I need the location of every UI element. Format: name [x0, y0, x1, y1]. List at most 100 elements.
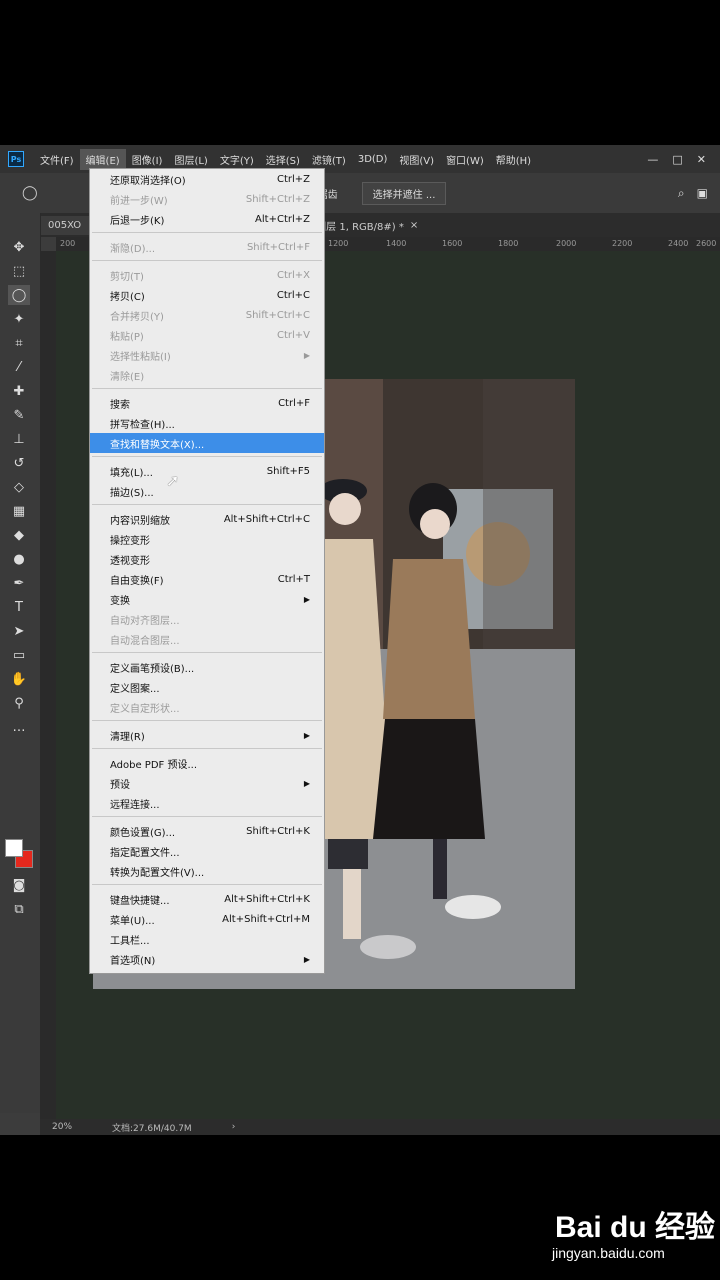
menu-select[interactable]: 选择(S) — [260, 149, 306, 170]
brush-tool-icon[interactable]: ✎ — [8, 405, 30, 425]
menu-filter[interactable]: 滤镜(T) — [306, 149, 352, 170]
edit-menu-item[interactable]: 查找和替换文本(X)... — [90, 433, 324, 453]
shape-tool-icon[interactable]: ▭ — [8, 645, 30, 665]
edit-menu-item[interactable]: 拷贝(C) Ctrl+C — [90, 285, 324, 305]
edit-menu-item[interactable]: 首选项(N) ▶ — [90, 949, 324, 969]
menu-separator — [92, 720, 322, 721]
menu-3d[interactable]: 3D(D) — [352, 151, 394, 168]
menu-item-label: 渐隐(D)... — [110, 243, 156, 255]
submenu-arrow-icon: ▶ — [303, 778, 310, 788]
more-tools-icon[interactable]: … — [8, 717, 30, 737]
hand-tool-icon[interactable]: ✋ — [8, 669, 30, 689]
menu-item-label: 选择性粘贴(I) — [110, 351, 171, 363]
menu-view[interactable]: 视图(V) — [393, 149, 440, 170]
edit-menu-item[interactable]: 透视变形 — [90, 549, 324, 569]
gradient-tool-icon[interactable]: ▦ — [8, 501, 30, 521]
menu-item-label: 填充(L)... — [110, 467, 153, 479]
edit-menu-item: 定义自定形状... — [90, 697, 324, 717]
edit-menu-item: 选择性粘贴(I) ▶ — [90, 345, 324, 365]
edit-menu-item[interactable]: 定义画笔预设(B)... — [90, 657, 324, 677]
foreground-color-swatch[interactable] — [5, 839, 23, 857]
menu-item-shortcut: Ctrl+T — [277, 573, 310, 585]
menu-separator — [92, 816, 322, 817]
history-brush-icon[interactable]: ↺ — [8, 453, 30, 473]
baidu-watermark: Bai du 经验 — [555, 1202, 715, 1246]
edit-menu-item[interactable]: 工具栏... — [90, 929, 324, 949]
menu-item-label: 远程连接... — [110, 799, 160, 811]
type-tool-icon[interactable]: T — [8, 597, 30, 617]
menu-item-label: Adobe PDF 预设... — [110, 759, 198, 771]
menu-item-shortcut: Alt+Ctrl+Z — [255, 213, 310, 225]
crop-tool-icon[interactable]: ⌗ — [8, 333, 30, 353]
move-tool-icon[interactable]: ✥ — [8, 237, 30, 257]
menu-separator — [92, 884, 322, 885]
blur-tool-icon[interactable]: ◆ — [8, 525, 30, 545]
edit-menu-item[interactable]: 预设 ▶ — [90, 773, 324, 793]
edit-menu-item[interactable]: 还原取消选择(O) Ctrl+Z — [90, 169, 324, 189]
ruler-tick: 2000 — [556, 239, 577, 248]
edit-menu-item[interactable]: 自由变换(F) Ctrl+T — [90, 569, 324, 589]
menu-separator — [92, 232, 322, 233]
menu-file[interactable]: 文件(F) — [34, 149, 80, 170]
edit-menu-item[interactable]: 键盘快捷键... Alt+Shift+Ctrl+K — [90, 889, 324, 909]
dodge-tool-icon[interactable]: ● — [8, 549, 30, 569]
edit-menu-item[interactable]: 指定配置文件... — [90, 841, 324, 861]
workspace-icon[interactable]: ▣ — [697, 186, 708, 201]
zoom-level[interactable]: 20% — [52, 1122, 72, 1132]
minimize-button[interactable]: — — [647, 153, 658, 166]
menu-layer[interactable]: 图层(L) — [168, 149, 213, 170]
pen-tool-icon[interactable]: ✒ — [8, 573, 30, 593]
edit-menu-item[interactable]: 变换 ▶ — [90, 589, 324, 609]
menu-item-label: 键盘快捷键... — [110, 895, 170, 907]
edit-menu-item[interactable]: 远程连接... — [90, 793, 324, 813]
ruler-tick: 1800 — [498, 239, 519, 248]
menu-item-shortcut: Ctrl+V — [276, 329, 310, 341]
edit-menu-item: 清除(E) — [90, 365, 324, 385]
eraser-icon[interactable]: ◇ — [8, 477, 30, 497]
edit-menu-item: 渐隐(D)... Shift+Ctrl+F — [90, 237, 324, 257]
path-select-icon[interactable]: ➤ — [8, 621, 30, 641]
edit-menu-item[interactable]: 操控变形 — [90, 529, 324, 549]
edit-menu-item[interactable]: 填充(L)... Shift+F5 — [90, 461, 324, 481]
eyedropper-icon[interactable]: ⁄ — [8, 357, 30, 377]
menu-edit[interactable]: 编辑(E) — [79, 148, 126, 170]
edit-menu-item[interactable]: 后退一步(K) Alt+Ctrl+Z — [90, 209, 324, 229]
menu-item-label: 定义图案... — [110, 683, 160, 695]
edit-menu-item[interactable]: 拼写检查(H)... — [90, 413, 324, 433]
ruler-tick: 1200 — [328, 239, 349, 248]
menu-item-label: 菜单(U)... — [110, 915, 155, 927]
edit-menu-item[interactable]: 定义图案... — [90, 677, 324, 697]
close-button[interactable]: ✕ — [697, 153, 706, 166]
edit-menu-item[interactable]: 内容识别缩放 Alt+Shift+Ctrl+C — [90, 509, 324, 529]
zoom-tool-icon[interactable]: ⚲ — [8, 693, 30, 713]
menu-type[interactable]: 文字(Y) — [214, 149, 260, 170]
menu-separator — [92, 652, 322, 653]
screen-mode-icon[interactable]: ⧉ — [8, 899, 30, 919]
menu-separator — [92, 748, 322, 749]
tab-prev-document[interactable]: 005XO — [40, 215, 90, 235]
tab-close-icon[interactable]: × — [410, 220, 418, 231]
tab-active-title[interactable]: 图层 1, RGB/8#) * — [316, 218, 404, 233]
marquee-tool-icon[interactable]: ⬚ — [8, 261, 30, 281]
edit-menu-item[interactable]: 颜色设置(G)... Shift+Ctrl+K — [90, 821, 324, 841]
lasso-icon[interactable]: ◯ — [22, 185, 38, 201]
healing-brush-icon[interactable]: ✚ — [8, 381, 30, 401]
edit-menu-item[interactable]: Adobe PDF 预设... — [90, 753, 324, 773]
quick-mask-icon[interactable]: ◙ — [8, 875, 30, 895]
lasso-tool-icon[interactable]: ◯ — [8, 285, 30, 305]
search-icon[interactable]: ⌕ — [678, 186, 685, 201]
menu-image[interactable]: 图像(I) — [126, 149, 169, 170]
menu-window[interactable]: 窗口(W) — [440, 149, 490, 170]
stamp-tool-icon[interactable]: ⊥ — [8, 429, 30, 449]
edit-menu-item[interactable]: 搜索 Ctrl+F — [90, 393, 324, 413]
edit-menu-item[interactable]: 清理(R) ▶ — [90, 725, 324, 745]
edit-menu-item[interactable]: 描边(S)... — [90, 481, 324, 501]
magic-wand-icon[interactable]: ✦ — [8, 309, 30, 329]
select-and-mask-button[interactable]: 选择并遮住 ... — [361, 181, 447, 205]
edit-menu-item[interactable]: 转换为配置文件(V)... — [90, 861, 324, 881]
edit-menu-item[interactable]: 菜单(U)... Alt+Shift+Ctrl+M — [90, 909, 324, 929]
menu-item-shortcut: Ctrl+F — [278, 397, 310, 409]
maximize-button[interactable]: □ — [672, 153, 682, 166]
menu-help[interactable]: 帮助(H) — [490, 149, 537, 170]
status-expand-icon[interactable]: › — [232, 1122, 236, 1132]
